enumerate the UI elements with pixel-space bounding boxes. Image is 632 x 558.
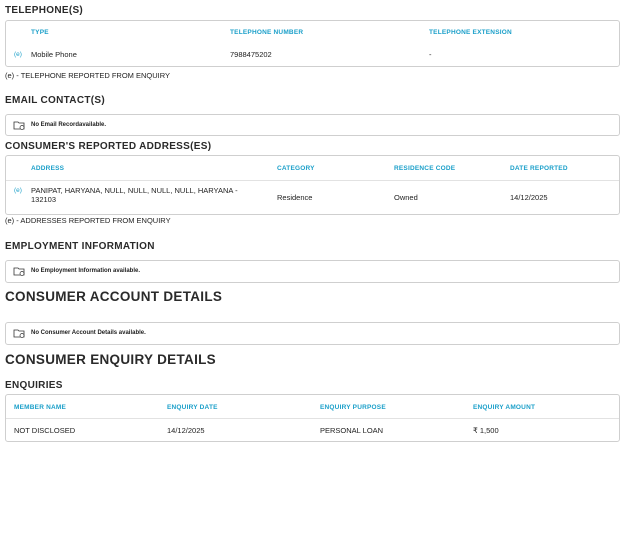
col-enquiry-amount: ENQUIRY AMOUNT [473, 404, 536, 411]
enquiry-member: NOT DISCLOSED [14, 426, 76, 435]
telephone-extension: - [429, 50, 432, 59]
enquiry-title: CONSUMER ENQUIRY DETAILS [5, 352, 216, 367]
col-member-name: MEMBER NAME [14, 404, 67, 411]
col-category: CATEGORY [277, 165, 315, 172]
accounts-title: CONSUMER ACCOUNT DETAILS [5, 289, 223, 304]
address-date: 14/12/2025 [510, 193, 548, 202]
folder-info-icon [13, 121, 25, 130]
telephones-note: (e) - TELEPHONE REPORTED FROM ENQUIRY [5, 71, 171, 80]
emails-title: EMAIL CONTACT(S) [5, 95, 105, 106]
employment-empty-text: No Employment Information available. [31, 268, 141, 274]
addresses-title: CONSUMER'S REPORTED ADDRESS(ES) [5, 141, 212, 152]
header-divider [6, 180, 619, 181]
enquiry-purpose: PERSONAL LOAN [320, 426, 384, 435]
col-enquiry-purpose: ENQUIRY PURPOSE [320, 404, 386, 411]
emails-empty-box: No Email Recordavailable. [5, 114, 620, 136]
accounts-empty-text: No Consumer Account Details available. [31, 330, 146, 336]
emails-empty-text: No Email Recordavailable. [31, 122, 107, 128]
address-text: PANIPAT, HARYANA, NULL, NULL, NULL, NULL… [31, 186, 238, 204]
enquiries-subtitle: ENQUIRIES [5, 380, 63, 391]
enquiries-table: MEMBER NAME ENQUIRY DATE ENQUIRY PURPOSE… [5, 394, 620, 442]
telephones-table: TYPE TELEPHONE NUMBER TELEPHONE EXTENSIO… [5, 20, 620, 67]
col-telephone-extension: TELEPHONE EXTENSION [429, 29, 512, 36]
header-divider [6, 418, 619, 419]
enquiry-marker: (e) [14, 187, 22, 194]
employment-title: EMPLOYMENT INFORMATION [5, 241, 155, 252]
telephone-number: 7988475202 [230, 50, 272, 59]
addresses-note: (e) - ADDRESSES REPORTED FROM ENQUIRY [5, 216, 171, 225]
telephones-title: TELEPHONE(S) [5, 5, 84, 16]
accounts-empty-box: No Consumer Account Details available. [5, 322, 620, 345]
employment-empty-box: No Employment Information available. [5, 260, 620, 283]
telephone-type: Mobile Phone [31, 50, 77, 59]
col-date-reported: DATE REPORTED [510, 165, 568, 172]
folder-info-icon [13, 267, 25, 276]
col-type: TYPE [31, 29, 49, 36]
address-category: Residence [277, 193, 313, 202]
col-address: ADDRESS [31, 165, 65, 172]
addresses-table: ADDRESS CATEGORY RESIDENCE CODE DATE REP… [5, 155, 620, 215]
address-residence-code: Owned [394, 193, 418, 202]
folder-info-icon [13, 329, 25, 338]
enquiry-date: 14/12/2025 [167, 426, 205, 435]
enquiry-amount: ₹ 1,500 [473, 426, 499, 435]
col-telephone-number: TELEPHONE NUMBER [230, 29, 304, 36]
col-enquiry-date: ENQUIRY DATE [167, 404, 218, 411]
enquiry-marker: (e) [14, 51, 22, 58]
col-residence-code: RESIDENCE CODE [394, 165, 456, 172]
